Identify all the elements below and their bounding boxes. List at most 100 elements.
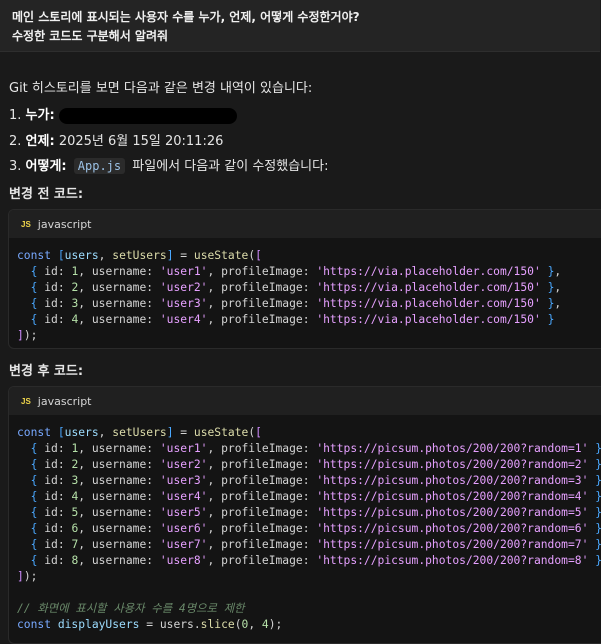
- user-id: 1: [71, 265, 79, 278]
- user-image-url: 'https://picsum.photos/200/200?random=3': [316, 474, 589, 487]
- user-id: 5: [71, 506, 79, 519]
- brace-close: }: [595, 538, 601, 551]
- inline-code-file: App.js: [73, 158, 126, 174]
- code-before[interactable]: const [users, setUsers] = useState([ { i…: [9, 238, 601, 344]
- code-header-before: JS javascript: [9, 210, 601, 238]
- user-image-url: 'https://picsum.photos/200/200?random=7': [316, 538, 589, 551]
- user-name: 'user8': [159, 554, 208, 567]
- brace-open: {: [30, 522, 38, 535]
- brace-close: }: [595, 522, 601, 535]
- user-name: 'user3': [159, 474, 208, 487]
- after-heading: 변경 후 코드:: [9, 364, 84, 379]
- slice-end: 4: [261, 618, 269, 631]
- user-name: 'user3': [159, 297, 208, 310]
- how-text: 파일에서 다음과 같이 수정했습니다:: [132, 159, 329, 174]
- user-image-url: 'https://picsum.photos/200/200?random=8': [316, 554, 589, 567]
- user-id: 3: [71, 474, 79, 487]
- javascript-icon: JS: [21, 396, 31, 406]
- code-line-user: { id: 4, username: 'user4', profileImage…: [30, 313, 555, 326]
- code-comment: // 화면에 표시할 사용자 수를 4명으로 제한: [17, 602, 245, 615]
- brace-open: {: [30, 538, 38, 551]
- user-name: 'user7': [159, 538, 208, 551]
- brace-open: {: [30, 442, 38, 455]
- brace-open: {: [30, 265, 38, 278]
- user-name: 'user2': [159, 281, 208, 294]
- user-image-url: 'https://via.placeholder.com/150': [316, 265, 541, 278]
- answer-who: 1. 누가:: [9, 104, 237, 124]
- how-label: 어떻게:: [25, 159, 67, 174]
- who-label: 누가:: [25, 108, 55, 123]
- user-id: 3: [71, 297, 79, 310]
- brace-close: }: [595, 554, 601, 567]
- answer-intro: Git 히스토리를 보면 다음과 같은 변경 내역이 있습니다:: [9, 81, 313, 96]
- user-image-url: 'https://picsum.photos/200/200?random=6': [316, 522, 589, 535]
- answer-how: 3. 어떻게: App.js 파일에서 다음과 같이 수정했습니다:: [9, 158, 329, 174]
- code-after[interactable]: const [users, setUsers] = useState([ { i…: [9, 415, 601, 633]
- user-name: 'user4': [159, 490, 208, 503]
- code-line-user: { id: 2, username: 'user2', profileImage…: [17, 458, 601, 471]
- user-name: 'user5': [159, 506, 208, 519]
- code-line-user: { id: 2, username: 'user2', profileImage…: [30, 281, 562, 294]
- slice-start: 0: [241, 618, 249, 631]
- user-image-url: 'https://via.placeholder.com/150': [316, 297, 541, 310]
- user-image-url: 'https://via.placeholder.com/150': [316, 281, 541, 294]
- brace-open: {: [30, 313, 38, 326]
- user-id: 7: [71, 538, 79, 551]
- code-line-user: { id: 8, username: 'user8', profileImage…: [17, 554, 601, 567]
- user-image-url: 'https://picsum.photos/200/200?random=4': [316, 490, 589, 503]
- brace-open: {: [30, 554, 38, 567]
- brace-close: }: [595, 474, 601, 487]
- brace-open: {: [30, 281, 38, 294]
- question-line-1: 메인 스토리에 표시되는 사용자 수를 누가, 언제, 어떻게 수정한거야?: [12, 10, 360, 24]
- code-block-before: JS javascript const [users, setUsers] = …: [8, 209, 601, 349]
- brace-close: }: [547, 281, 555, 294]
- question-line-2: 수정한 코드도 구분해서 알려줘: [12, 29, 169, 43]
- user-image-url: 'https://picsum.photos/200/200?random=1': [316, 442, 589, 455]
- when-value: 2025년 6월 15일 20:11:26: [58, 134, 224, 149]
- user-id: 2: [71, 458, 79, 471]
- answer-when: 2. 언제: 2025년 6월 15일 20:11:26: [9, 134, 224, 149]
- brace-close: }: [547, 265, 555, 278]
- brace-close: }: [595, 458, 601, 471]
- brace-close: }: [547, 313, 555, 326]
- user-name: 'user4': [159, 313, 208, 326]
- user-id: 1: [71, 442, 79, 455]
- user-name: 'user6': [159, 522, 208, 535]
- code-language-label: javascript: [37, 394, 92, 408]
- user-name: 'user1': [159, 265, 208, 278]
- brace-close: }: [595, 506, 601, 519]
- user-image-url: 'https://via.placeholder.com/150': [316, 313, 541, 326]
- user-id: 8: [71, 554, 79, 567]
- code-header-after: JS javascript: [9, 387, 601, 415]
- code-block-after: JS javascript const [users, setUsers] = …: [8, 386, 601, 644]
- code-line-user: { id: 1, username: 'user1', profileImage…: [30, 265, 562, 278]
- brace-open: {: [30, 297, 38, 310]
- brace-open: {: [30, 458, 38, 471]
- brace-open: {: [30, 506, 38, 519]
- user-image-url: 'https://picsum.photos/200/200?random=5': [316, 506, 589, 519]
- user-id: 6: [71, 522, 79, 535]
- user-question-bubble: 메인 스토리에 표시되는 사용자 수를 누가, 언제, 어떻게 수정한거야? 수…: [0, 0, 600, 52]
- brace-open: {: [30, 474, 38, 487]
- before-heading: 변경 전 코드:: [9, 187, 84, 202]
- user-id: 4: [71, 313, 79, 326]
- user-id: 2: [71, 281, 79, 294]
- brace-open: {: [30, 490, 38, 503]
- javascript-icon: JS: [21, 219, 31, 229]
- user-id: 4: [71, 490, 79, 503]
- brace-close: }: [595, 490, 601, 503]
- when-label: 언제:: [25, 134, 55, 149]
- code-line-user: { id: 6, username: 'user6', profileImage…: [17, 522, 601, 535]
- user-name: 'user1': [159, 442, 208, 455]
- code-language-label: javascript: [37, 217, 92, 231]
- user-image-url: 'https://picsum.photos/200/200?random=2': [316, 458, 589, 471]
- code-line-user: { id: 3, username: 'user3', profileImage…: [30, 297, 562, 310]
- code-line-user: { id: 7, username: 'user7', profileImage…: [17, 538, 601, 551]
- code-line-user: { id: 5, username: 'user5', profileImage…: [17, 506, 601, 519]
- code-line-user: { id: 3, username: 'user3', profileImage…: [17, 474, 601, 487]
- user-name: 'user2': [159, 458, 208, 471]
- code-line-user: { id: 1, username: 'user1', profileImage…: [17, 442, 601, 455]
- brace-close: }: [547, 297, 555, 310]
- brace-close: }: [595, 442, 601, 455]
- redacted-author: [58, 107, 237, 124]
